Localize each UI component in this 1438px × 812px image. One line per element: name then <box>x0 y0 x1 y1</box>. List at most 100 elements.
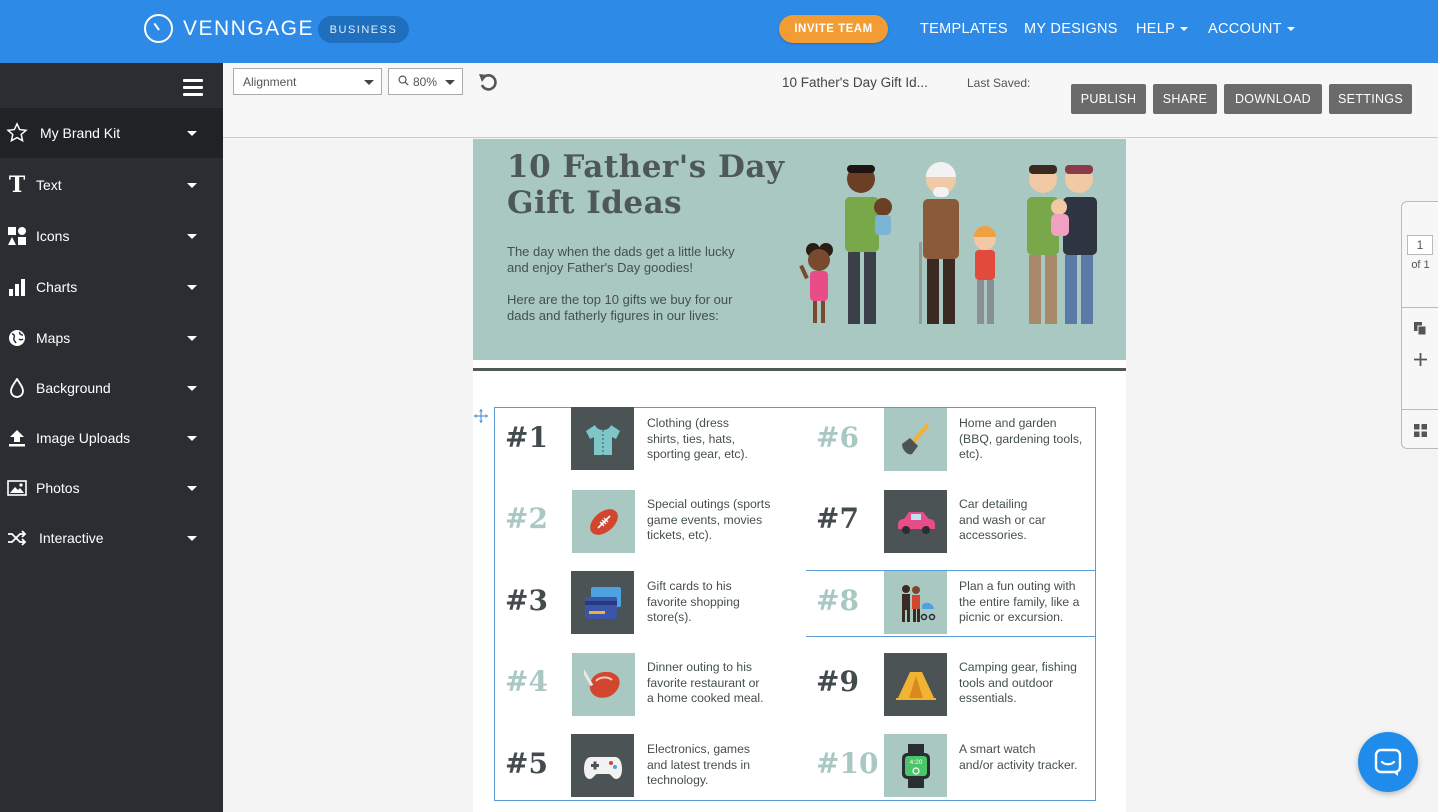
header-block[interactable]: 10 Father's Day Gift Ideas The day when … <box>473 139 1126 360</box>
gift-line: tickets, etc). <box>647 528 713 542</box>
gift-line: Gift cards to his <box>647 579 732 593</box>
sidebar-item-charts[interactable]: Charts <box>0 262 223 312</box>
alignment-value: Alignment <box>243 74 297 89</box>
infographic-page[interactable]: 10 Father's Day Gift Ideas The day when … <box>473 139 1126 812</box>
alignment-select[interactable]: Alignment <box>233 68 382 95</box>
watch-time: 4:20 <box>909 759 922 766</box>
gift-tile[interactable] <box>884 571 947 634</box>
tent-icon <box>895 671 936 700</box>
sidebar-item-label: Charts <box>36 279 78 295</box>
shuffle-icon <box>6 527 28 549</box>
undo-icon[interactable] <box>478 72 498 97</box>
smartwatch-icon: 4:20 <box>901 743 930 788</box>
para-line: and enjoy Father's Day goodies! <box>507 260 694 275</box>
gift-line: (BBQ, gardening tools, <box>959 431 1083 446</box>
gift-tile[interactable] <box>571 571 634 634</box>
gift-description[interactable]: Electronics, games and latest trends in … <box>647 742 782 789</box>
settings-button[interactable]: SETTINGS <box>1329 84 1412 114</box>
sidebar-item-photos[interactable]: Photos <box>0 463 223 513</box>
infographic-title[interactable]: 10 Father's Day Gift Ideas <box>507 149 784 221</box>
family-illustration[interactable] <box>793 157 1108 329</box>
move-handle-icon[interactable] <box>474 409 488 428</box>
nav-my-designs[interactable]: MY DESIGNS <box>1024 21 1118 37</box>
gift-tile[interactable] <box>571 407 634 470</box>
nav-templates[interactable]: TEMPLATES <box>920 21 1008 37</box>
gift-tile[interactable] <box>572 490 635 553</box>
document-title[interactable]: 10 Father's Day Gift Id... <box>782 75 928 90</box>
intro-paragraph-2[interactable]: Here are the top 10 gifts we buy for our… <box>507 292 732 324</box>
dads-couple-figure <box>1027 165 1097 324</box>
gift-description[interactable]: Clothing (dress shirts, ties, hats, spor… <box>647 416 782 463</box>
gift-line: and wash or car <box>959 512 1046 527</box>
nav-account[interactable]: ACCOUNT <box>1208 21 1295 37</box>
zoom-select[interactable]: 80% <box>388 68 463 95</box>
sidebar-item-text[interactable]: T Text <box>0 160 223 210</box>
sidebar-item-label: Photos <box>36 480 80 496</box>
grid-view-icon[interactable] <box>1414 424 1427 442</box>
invite-team-button[interactable]: INVITE TEAM <box>779 15 888 43</box>
gift-number[interactable]: #8 <box>816 584 859 617</box>
duplicate-page-icon[interactable] <box>1414 322 1427 341</box>
gift-description[interactable]: A smart watch and/or activity tracker. <box>959 742 1099 773</box>
page-number-input[interactable]: 1 <box>1407 235 1433 255</box>
globe-icon <box>6 327 28 349</box>
brand-name: VENNGAGE <box>183 16 315 40</box>
chevron-down-icon <box>445 80 455 85</box>
share-button[interactable]: SHARE <box>1153 84 1217 114</box>
gift-number[interactable]: #4 <box>505 665 548 698</box>
gift-number[interactable]: #7 <box>816 502 859 535</box>
logo-clock-icon <box>144 14 173 43</box>
chevron-down-icon <box>187 435 197 441</box>
shovel-icon <box>901 423 929 454</box>
sidebar-item-background[interactable]: Background <box>0 363 223 413</box>
gift-description[interactable]: Home and garden (BBQ, gardening tools, e… <box>959 416 1099 463</box>
boy-figure <box>974 226 996 324</box>
gift-description[interactable]: Car detailing and wash or car accessorie… <box>959 497 1099 544</box>
chat-support-button[interactable] <box>1358 732 1418 792</box>
design-canvas[interactable]: 10 Father's Day Gift Ideas The day when … <box>223 139 1438 812</box>
divider-line[interactable] <box>473 368 1126 371</box>
sidebar-item-maps[interactable]: Maps <box>0 313 223 363</box>
gift-line: store(s). <box>647 610 692 624</box>
gift-description[interactable]: Plan a fun outing with the entire family… <box>959 579 1099 626</box>
gift-tile[interactable] <box>884 653 947 716</box>
zoom-search-icon <box>398 75 409 89</box>
gift-tile[interactable]: 4:20 <box>884 734 947 797</box>
add-page-icon[interactable] <box>1413 352 1428 372</box>
gift-number[interactable]: #5 <box>505 747 548 780</box>
gift-description[interactable]: Special outings (sports game events, mov… <box>647 497 782 544</box>
chevron-down-icon <box>1286 27 1295 32</box>
gift-number[interactable]: #9 <box>816 665 859 698</box>
dad-figure-1 <box>845 165 892 324</box>
upload-icon <box>6 427 28 449</box>
nav-help[interactable]: HELP <box>1136 21 1189 37</box>
sidebar-item-icons[interactable]: Icons <box>0 211 223 261</box>
intro-paragraph-1[interactable]: The day when the dads get a little lucky… <box>507 244 735 276</box>
steak-icon <box>583 668 620 698</box>
venngage-logo[interactable]: VENNGAGE <box>144 14 314 43</box>
gift-description[interactable]: Gift cards to his favorite shopping stor… <box>647 579 782 626</box>
photo-icon <box>6 477 28 499</box>
sidebar-item-image-uploads[interactable]: Image Uploads <box>0 413 223 463</box>
gift-number[interactable]: #10 <box>816 747 878 780</box>
menu-icon[interactable] <box>183 79 203 100</box>
chevron-down-icon <box>187 485 197 491</box>
gift-tile[interactable] <box>571 734 634 797</box>
gift-number[interactable]: #2 <box>505 502 548 535</box>
gift-description[interactable]: Camping gear, fishing tools and outdoor … <box>959 660 1099 707</box>
gift-description[interactable]: Dinner outing to his favorite restaurant… <box>647 660 782 707</box>
download-button[interactable]: DOWNLOAD <box>1224 84 1322 114</box>
publish-button[interactable]: PUBLISH <box>1071 84 1146 114</box>
chevron-down-icon <box>187 233 197 239</box>
sidebar-item-brand-kit[interactable]: My Brand Kit <box>0 108 223 158</box>
shapes-icon <box>6 225 28 247</box>
gift-tile[interactable] <box>884 408 947 471</box>
gift-number[interactable]: #6 <box>816 421 859 454</box>
gift-number[interactable]: #3 <box>505 584 548 617</box>
gift-line: and latest trends in <box>647 757 750 772</box>
sidebar-item-interactive[interactable]: Interactive <box>0 513 223 563</box>
gift-number[interactable]: #1 <box>505 421 548 454</box>
gift-tile[interactable] <box>572 653 635 716</box>
title-line: 10 Father's Day <box>507 149 785 185</box>
gift-tile[interactable] <box>884 490 947 553</box>
